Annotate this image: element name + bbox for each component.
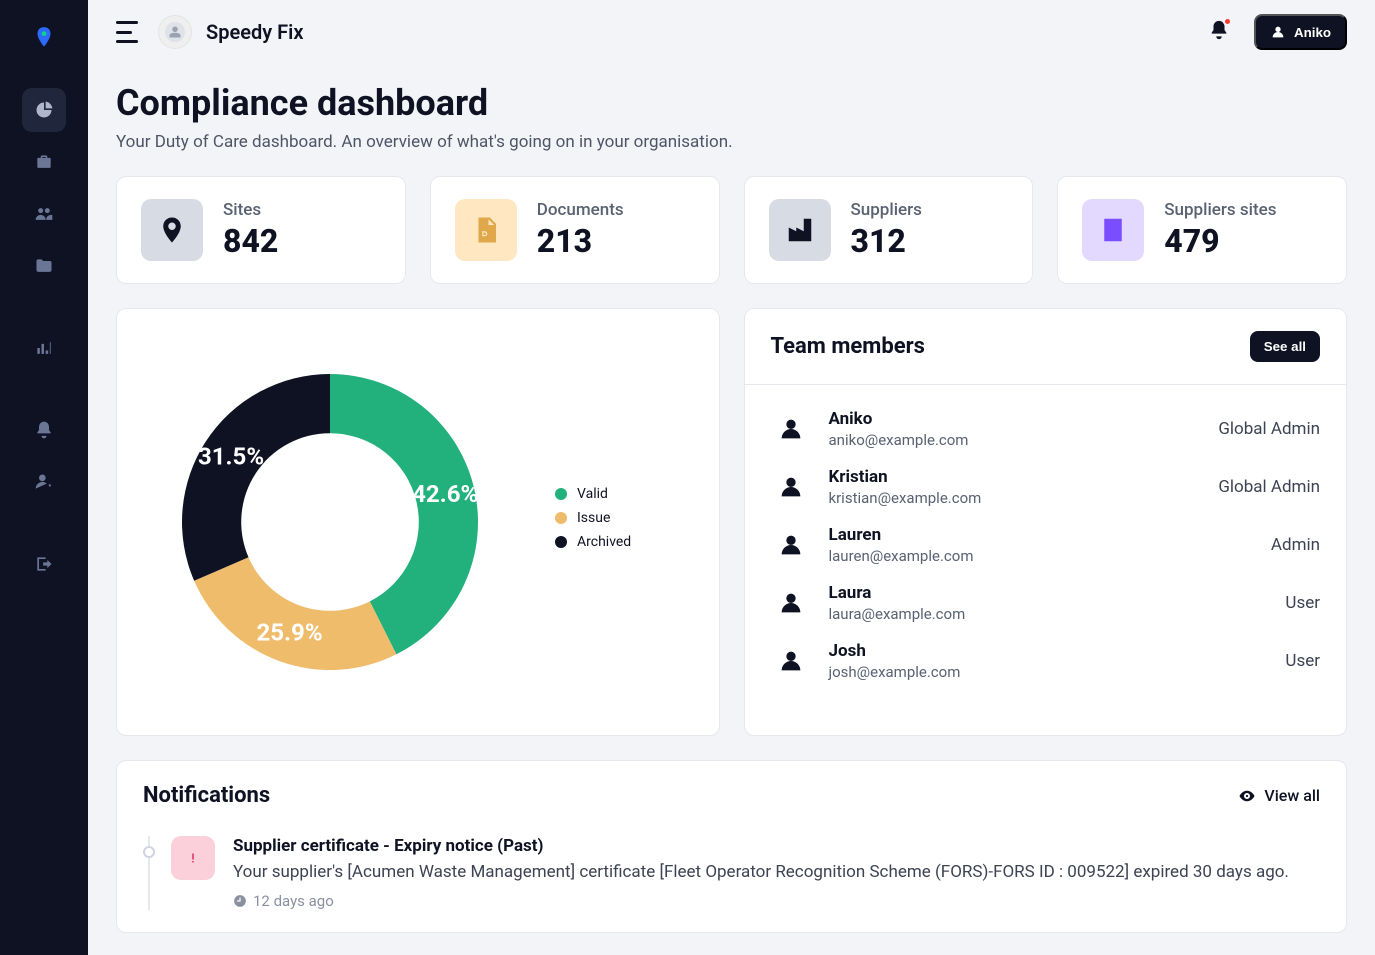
legend-item[interactable]: Archived [555, 534, 631, 550]
nav-dashboard[interactable] [22, 88, 66, 132]
stat-card[interactable]: Sites842 [116, 176, 406, 284]
team-member-email: lauren@example.com [829, 547, 974, 565]
avatar-icon [771, 467, 811, 507]
notification-title: Supplier certificate - Expiry notice (Pa… [233, 836, 1289, 856]
stat-label: Sites [223, 200, 278, 220]
notifications-bell-icon[interactable] [1208, 19, 1230, 45]
stat-value: 213 [537, 222, 624, 260]
team-member-row[interactable]: Kristian kristian@example.com Global Admin [771, 467, 1321, 507]
avatar-icon [771, 641, 811, 681]
notification-time-text: 12 days ago [253, 892, 334, 910]
notification-body: Your supplier's [Acumen Waste Management… [233, 862, 1289, 882]
team-member-role: Global Admin [1218, 477, 1320, 497]
nav-reports[interactable] [22, 326, 66, 370]
legend-item[interactable]: Issue [555, 510, 631, 526]
donut-segment-label: 42.6% [412, 480, 478, 508]
legend-label: Issue [577, 510, 610, 526]
legend-label: Archived [577, 534, 631, 550]
pin-icon [141, 199, 203, 261]
stat-label: Documents [537, 200, 624, 220]
file-pdf-icon [455, 199, 517, 261]
nav-users[interactable] [22, 192, 66, 236]
topbar: Speedy Fix Aniko [88, 0, 1375, 64]
team-member-name: Lauren [829, 525, 974, 545]
stat-card[interactable]: Suppliers312 [744, 176, 1034, 284]
team-member-name: Kristian [829, 467, 982, 487]
stat-value: 842 [223, 222, 278, 260]
nav-notifications[interactable] [22, 408, 66, 452]
legend-swatch [555, 488, 567, 500]
donut-segment[interactable] [182, 374, 330, 581]
stat-value: 479 [1164, 222, 1276, 260]
team-member-email: josh@example.com [829, 663, 961, 681]
notification-dot [1223, 17, 1232, 26]
team-member-row[interactable]: Laura laura@example.com User [771, 583, 1321, 623]
team-member-name: Josh [829, 641, 961, 661]
page-subtitle: Your Duty of Care dashboard. An overview… [116, 132, 1347, 152]
compliance-donut-chart: 42.6% 25.9% 31.5% Valid Issue Archived [116, 308, 720, 736]
clock-icon [233, 894, 247, 908]
team-member-row[interactable]: Aniko aniko@example.com Global Admin [771, 409, 1321, 449]
user-menu-button[interactable]: Aniko [1254, 14, 1347, 50]
team-member-role: User [1285, 593, 1320, 613]
menu-toggle-icon[interactable] [116, 21, 144, 43]
legend-item[interactable]: Valid [555, 486, 631, 502]
user-menu-label: Aniko [1294, 25, 1331, 40]
notifications-title: Notifications [143, 783, 270, 808]
chart-legend: Valid Issue Archived [555, 486, 631, 558]
stat-card[interactable]: Documents213 [430, 176, 720, 284]
donut-segment-label: 25.9% [256, 619, 322, 647]
team-member-email: laura@example.com [829, 605, 966, 623]
stat-value: 312 [851, 222, 922, 260]
notification-time: 12 days ago [233, 892, 1289, 910]
legend-label: Valid [577, 486, 608, 502]
brand-logo[interactable] [24, 18, 64, 58]
team-member-email: aniko@example.com [829, 431, 969, 449]
team-member-role: Admin [1271, 535, 1320, 555]
org-name: Speedy Fix [206, 20, 303, 44]
stat-label: Suppliers sites [1164, 200, 1276, 220]
nav-folder[interactable] [22, 244, 66, 288]
notifications-view-all-button[interactable]: View all [1238, 786, 1320, 805]
team-member-name: Aniko [829, 409, 969, 429]
timeline-dot [143, 846, 155, 858]
alert-icon [171, 836, 215, 880]
industry-icon [769, 199, 831, 261]
notifications-card: Notifications View all Supplier certific… [116, 760, 1347, 933]
org-logo [158, 15, 192, 49]
avatar-icon [771, 525, 811, 565]
user-icon [1270, 24, 1286, 40]
donut-segment-label: 31.5% [198, 442, 264, 470]
donut-segment[interactable] [194, 557, 396, 670]
legend-swatch [555, 512, 567, 524]
team-member-row[interactable]: Lauren lauren@example.com Admin [771, 525, 1321, 565]
avatar-icon [771, 583, 811, 623]
team-member-email: kristian@example.com [829, 489, 982, 507]
team-title: Team members [771, 334, 925, 359]
team-see-all-button[interactable]: See all [1250, 331, 1320, 362]
stat-label: Suppliers [851, 200, 922, 220]
notification-item[interactable]: Supplier certificate - Expiry notice (Pa… [171, 836, 1320, 910]
building-icon [1082, 199, 1144, 261]
stats-row: Sites842Documents213Suppliers312Supplier… [116, 176, 1347, 284]
team-member-role: User [1285, 651, 1320, 671]
avatar-icon [771, 409, 811, 449]
legend-swatch [555, 536, 567, 548]
team-member-role: Global Admin [1218, 419, 1320, 439]
team-member-row[interactable]: Josh josh@example.com User [771, 641, 1321, 681]
donut-chart-svg: 42.6% 25.9% 31.5% [145, 337, 515, 707]
stat-card[interactable]: Suppliers sites479 [1057, 176, 1347, 284]
eye-icon [1238, 787, 1256, 805]
nav-user-settings[interactable] [22, 460, 66, 504]
view-all-label: View all [1264, 786, 1320, 805]
nav-briefcase[interactable] [22, 140, 66, 184]
sidebar [0, 0, 88, 955]
team-members-card: Team members See all Aniko aniko@example.… [744, 308, 1348, 736]
nav-logout[interactable] [22, 542, 66, 586]
team-member-name: Laura [829, 583, 966, 603]
page-title: Compliance dashboard [116, 82, 1347, 124]
